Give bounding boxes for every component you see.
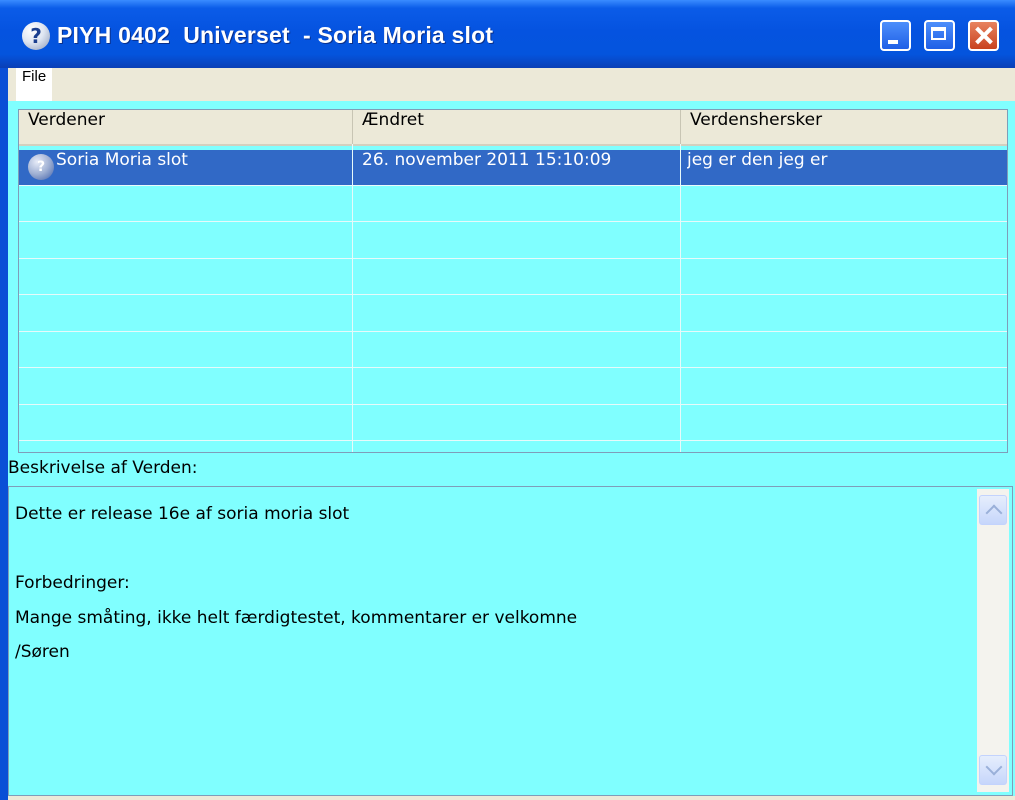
empty-row bbox=[19, 332, 1007, 368]
column-divider bbox=[680, 144, 681, 452]
list-header: Verdener Ændret Verdenshersker bbox=[19, 110, 1007, 146]
cell-world-name: Soria Moria slot bbox=[56, 150, 188, 170]
question-icon[interactable]: ? bbox=[22, 22, 50, 50]
cell-changed: 26. november 2011 15:10:09 bbox=[362, 150, 612, 170]
menu-bar: File bbox=[8, 68, 1015, 101]
scroll-down-icon[interactable] bbox=[979, 755, 1007, 785]
question-icon: ? bbox=[28, 154, 54, 180]
cell-ruler: jeg er den jeg er bbox=[687, 150, 828, 170]
column-header-verdener[interactable]: Verdener bbox=[19, 110, 349, 144]
vertical-scrollbar[interactable] bbox=[977, 489, 1009, 792]
column-header-verdenshersker[interactable]: Verdenshersker bbox=[680, 110, 1007, 144]
table-row[interactable]: ? Soria Moria slot 26. november 2011 15:… bbox=[19, 150, 1007, 186]
title-bar[interactable]: ? PIYH 0402 Universet - Soria Moria slot bbox=[0, 0, 1015, 68]
empty-row bbox=[19, 296, 1007, 332]
application-window: ? PIYH 0402 Universet - Soria Moria slot… bbox=[0, 0, 1015, 800]
description-text: Dette er release 16e af soria moria slot… bbox=[15, 504, 578, 662]
column-header-aendret[interactable]: Ændret bbox=[352, 110, 680, 144]
empty-row bbox=[19, 259, 1007, 295]
client-area: Verdener Ændret Verdenshersker ? Soria M… bbox=[8, 101, 1015, 800]
column-divider bbox=[352, 144, 353, 452]
menu-file[interactable]: File bbox=[16, 68, 53, 101]
empty-row bbox=[19, 186, 1007, 222]
empty-row bbox=[19, 223, 1007, 259]
worlds-list[interactable]: Verdener Ændret Verdenshersker ? Soria M… bbox=[18, 109, 1008, 453]
minimize-button[interactable] bbox=[880, 20, 911, 51]
empty-row bbox=[19, 405, 1007, 441]
description-label: Beskrivelse af Verden: bbox=[8, 458, 198, 478]
window-title: PIYH 0402 Universet - Soria Moria slot bbox=[57, 22, 494, 48]
scroll-up-icon[interactable] bbox=[979, 495, 1007, 525]
maximize-button[interactable] bbox=[924, 20, 955, 51]
bottom-border bbox=[8, 796, 1015, 800]
description-textarea[interactable]: Dette er release 16e af soria moria slot… bbox=[8, 486, 1013, 796]
close-button[interactable] bbox=[968, 20, 999, 51]
empty-row bbox=[19, 369, 1007, 405]
